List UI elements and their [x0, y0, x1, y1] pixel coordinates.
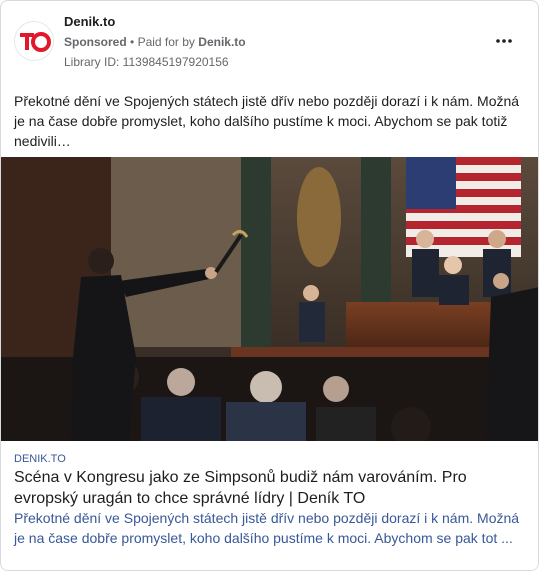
- denik-to-logo-icon: [15, 22, 53, 60]
- paid-for-by-name[interactable]: Denik.to: [198, 35, 245, 49]
- meta-separator: •: [130, 35, 135, 49]
- more-dots-icon: [496, 39, 512, 43]
- ad-body-text: Překotné dění ve Spojených státech jistě…: [14, 93, 520, 149]
- ad-header: Denik.to Sponsored • Paid for by Denik.t…: [1, 1, 538, 81]
- page-name[interactable]: Denik.to: [64, 14, 115, 29]
- ad-card: Denik.to Sponsored • Paid for by Denik.t…: [0, 0, 539, 571]
- sponsored-line: Sponsored • Paid for by Denik.to: [64, 35, 246, 49]
- link-domain: DENIK.TO: [14, 453, 66, 465]
- ad-image[interactable]: [1, 157, 538, 441]
- page-avatar[interactable]: [14, 21, 54, 61]
- link-description: Překotné dění ve Spojených státech jistě…: [14, 510, 520, 546]
- paid-for-prefix: Paid for by: [137, 35, 195, 49]
- link-preview[interactable]: DENIK.TO Scéna v Kongresu jako ze Simpso…: [1, 441, 538, 570]
- sponsored-label: Sponsored: [64, 35, 127, 49]
- more-options-button[interactable]: [492, 31, 516, 51]
- congress-photo: [1, 157, 538, 441]
- link-title[interactable]: Scéna v Kongresu jako ze Simpsonů budiž …: [14, 467, 524, 509]
- library-id: Library ID: 1139845197920156: [64, 55, 229, 69]
